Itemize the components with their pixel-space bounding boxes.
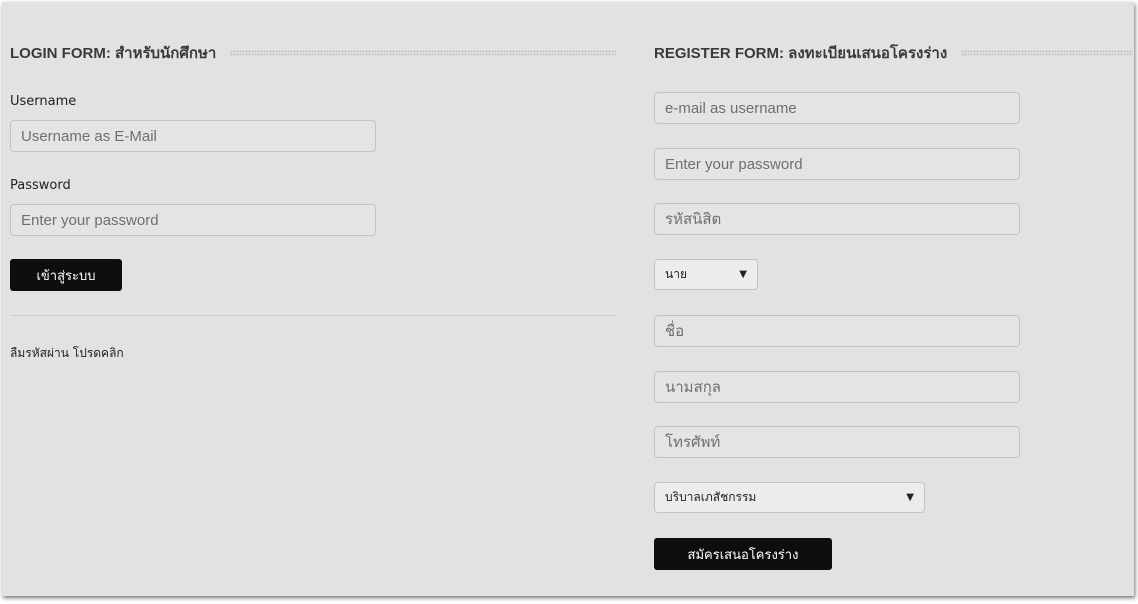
login-form-title: LOGIN FORM: สำหรับนักศึกษา <box>10 45 217 62</box>
heading-dotted-rule <box>230 50 616 56</box>
forgot-password-line: ลืมรหัสผ่าน โปรดคลิก <box>10 344 124 363</box>
last-name-input[interactable] <box>654 371 1020 403</box>
prefix-select-value: นาย <box>665 267 687 281</box>
forgot-password-text: ลืมรหัสผ่าน <box>10 346 69 360</box>
phone-input[interactable] <box>654 426 1020 458</box>
username-input[interactable] <box>10 120 376 152</box>
faculty-select[interactable]: บริบาลเภสัชกรรม ▼ <box>654 482 925 513</box>
dropdown-caret-icon: ▼ <box>739 269 747 280</box>
register-password-input[interactable] <box>654 148 1020 180</box>
register-email-input[interactable] <box>654 92 1020 124</box>
first-name-input[interactable] <box>654 315 1020 347</box>
register-form-heading: REGISTER FORM: ลงทะเบียนเสนอโครงร่าง <box>654 41 1132 65</box>
dropdown-caret-icon: ▼ <box>906 492 914 503</box>
login-button[interactable]: เข้าสู่ระบบ <box>10 259 122 291</box>
login-form-heading: LOGIN FORM: สำหรับนักศึกษา <box>10 41 616 65</box>
login-divider <box>10 315 616 316</box>
student-id-input[interactable] <box>654 203 1020 235</box>
prefix-select[interactable]: นาย ▼ <box>654 259 758 290</box>
register-button[interactable]: สมัครเสนอโครงร่าง <box>654 538 832 570</box>
username-label: Username <box>10 94 77 109</box>
register-form-title: REGISTER FORM: ลงทะเบียนเสนอโครงร่าง <box>654 45 948 62</box>
faculty-select-value: บริบาลเภสัชกรรม <box>665 490 757 504</box>
forgot-password-link[interactable]: โปรดคลิก <box>73 346 124 360</box>
password-input[interactable] <box>10 204 376 236</box>
password-label: Password <box>10 178 71 193</box>
page-background: LOGIN FORM: สำหรับนักศึกษา Username Pass… <box>2 2 1134 596</box>
heading-dotted-rule <box>961 50 1132 56</box>
